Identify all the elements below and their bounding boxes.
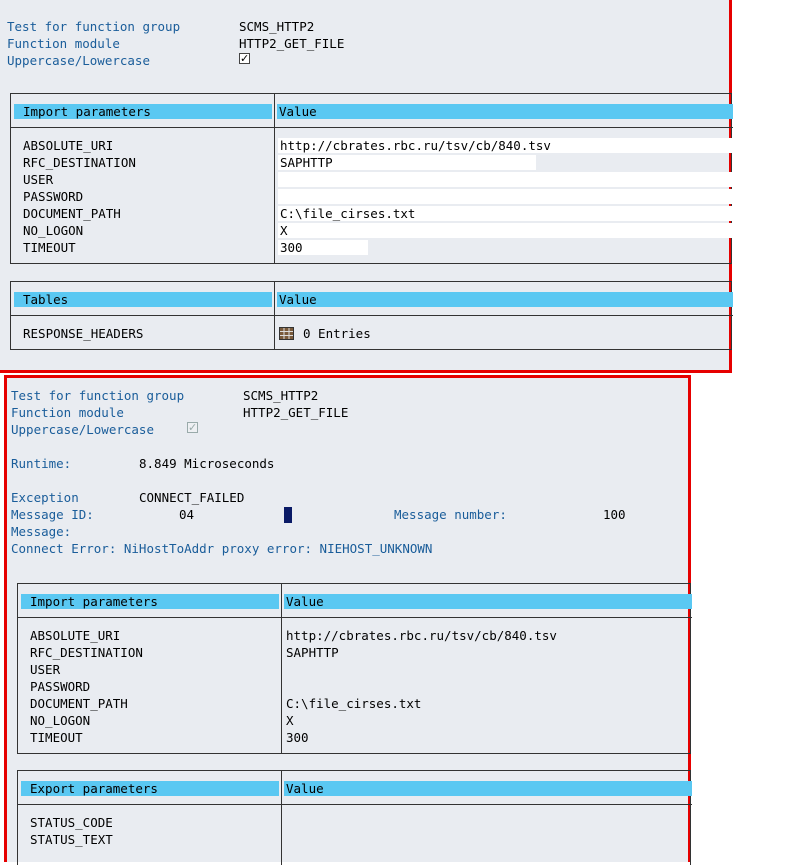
function-group-value: SCMS_HTTP2 [239,19,315,34]
function-module-label: Function module [7,36,120,51]
document-path-input[interactable]: C:\file_cirses.txt [278,206,732,221]
function-module-value: HTTP2_GET_FILE [243,405,349,420]
function-module-value: HTTP2_GET_FILE [239,36,345,51]
export-value-header-bar [284,781,692,796]
function-group-label: Test for function group [7,19,181,34]
value-column-header: Value [279,104,317,119]
text-cursor [284,507,292,523]
rfc-destination-input[interactable]: SAPHTTP [278,155,536,170]
password-input[interactable] [278,189,732,204]
timeout-input[interactable]: 300 [278,240,368,255]
uppercase-lowercase-checkbox[interactable]: ✓ [239,53,250,64]
message-label: Message: [11,524,72,539]
param-name-password: PASSWORD [30,679,91,694]
param-name-user: USER [23,172,54,187]
param-name-rfc-destination: RFC_DESTINATION [23,155,136,170]
param-name-status-text: STATUS_TEXT [30,832,113,847]
param-name-absolute-uri: ABSOLUTE_URI [30,628,121,643]
param-name-no-logon: NO_LOGON [23,223,84,238]
import-parameters-title: Import parameters [30,594,158,609]
export-parameters-table: Export parameters Value STATUS_CODE STAT… [17,770,692,865]
param-name-password: PASSWORD [23,189,84,204]
function-group-label: Test for function group [11,388,185,403]
exception-value: CONNECT_FAILED [139,490,245,505]
message-id-label: Message ID: [11,507,94,522]
value-header-bar [277,104,733,119]
export-value-column-header: Value [286,781,324,796]
absolute-uri-value: http://cbrates.rbc.ru/tsv/cb/840.tsv [286,628,557,643]
runtime-label: Runtime: [11,456,72,471]
error-message-text: Connect Error: NiHostToAddr proxy error:… [11,541,433,556]
table-name-response-headers: RESPONSE_HEADERS [23,326,144,341]
no-logon-input[interactable]: X [278,223,732,238]
uppercase-lowercase-label: Uppercase/Lowercase [7,53,150,68]
import-parameters-title: Import parameters [23,104,151,119]
tables-value-header-bar [277,292,733,307]
test-screen-before-execution: Test for function group SCMS_HTTP2 Funct… [0,0,733,373]
tables-table: Tables Value RESPONSE_HEADERS 0 Entries [10,281,733,350]
table-icon[interactable] [279,327,294,343]
function-group-value: SCMS_HTTP2 [243,388,319,403]
tables-value-column-header: Value [279,292,317,307]
param-name-rfc-destination: RFC_DESTINATION [30,645,143,660]
value-column-header: Value [286,594,324,609]
import-parameters-table: Import parameters Value ABSOLUTE_URI RFC… [10,93,733,264]
timeout-value: 300 [286,730,309,745]
rfc-destination-value: SAPHTTP [286,645,339,660]
param-name-timeout: TIMEOUT [30,730,83,745]
exception-label: Exception [11,490,79,505]
export-parameters-title: Export parameters [30,781,158,796]
runtime-value: 8.849 Microseconds [139,456,275,471]
document-path-value: C:\file_cirses.txt [286,696,422,711]
message-number-value: 100 [603,507,626,522]
param-name-user: USER [30,662,61,677]
user-input[interactable] [278,172,732,187]
absolute-uri-input[interactable]: http://cbrates.rbc.ru/tsv/cb/840.tsv [278,138,732,153]
value-header-bar [284,594,692,609]
uppercase-lowercase-checkbox: ✓ [187,421,198,434]
param-name-document-path: DOCUMENT_PATH [23,206,121,221]
param-name-no-logon: NO_LOGON [30,713,91,728]
function-module-label: Function module [11,405,124,420]
param-name-status-code: STATUS_CODE [30,815,113,830]
param-name-absolute-uri: ABSOLUTE_URI [23,138,114,153]
message-number-label: Message number: [394,507,507,522]
import-parameters-table: Import parameters Value ABSOLUTE_URI RFC… [17,583,692,754]
no-logon-value: X [286,713,294,728]
message-id-value: 04 [179,507,195,522]
uppercase-lowercase-label: Uppercase/Lowercase [11,422,154,437]
param-name-document-path: DOCUMENT_PATH [30,696,128,711]
test-screen-after-execution: Test for function group SCMS_HTTP2 Funct… [4,375,692,865]
response-headers-entries[interactable]: 0 Entries [303,325,371,342]
param-name-timeout: TIMEOUT [23,240,76,255]
tables-title: Tables [23,292,69,307]
